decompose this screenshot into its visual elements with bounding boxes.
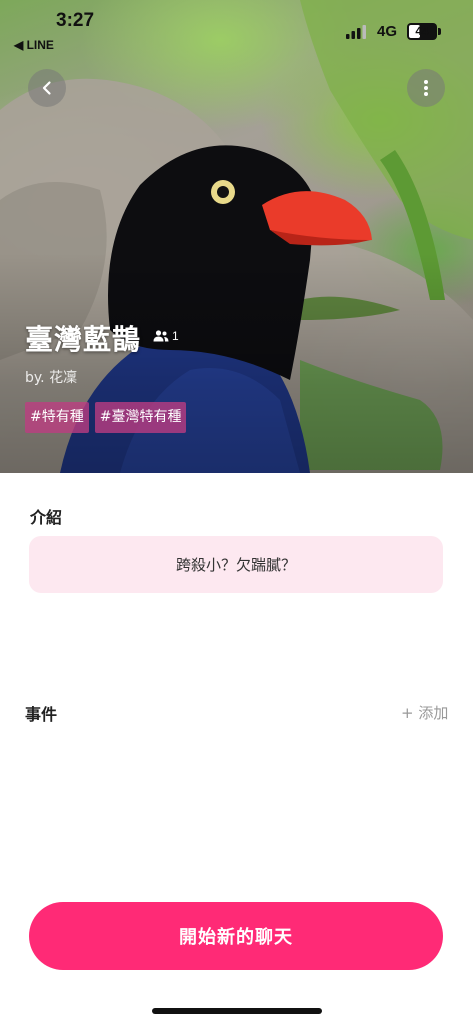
start-new-chat-label: 開始新的聊天 <box>179 927 293 948</box>
intro-text: 跨殺小？欠踹膩？ <box>175 556 296 574</box>
hero-shade <box>0 253 473 473</box>
tag-list: #特有種 #臺灣特有種 <box>25 402 187 433</box>
more-options-button[interactable] <box>407 69 445 107</box>
home-indicator[interactable] <box>152 1008 322 1014</box>
intro-heading: 介紹 <box>30 508 63 527</box>
back-to-app-link[interactable]: ◀ LINE <box>14 38 54 52</box>
more-vertical-icon <box>424 80 428 96</box>
start-new-chat-button[interactable]: 開始新的聊天 <box>29 902 443 970</box>
battery-icon: 44 <box>407 23 437 40</box>
events-heading: 事件 <box>25 705 58 724</box>
users-icon <box>153 330 169 342</box>
status-time: 3:27 <box>56 10 95 31</box>
character-name: 臺灣藍鵲 <box>25 323 142 356</box>
signal-icon <box>346 25 366 39</box>
tag-item[interactable]: #特有種 <box>25 402 89 433</box>
battery-level: 44 <box>415 24 429 38</box>
battery-tip <box>438 28 441 35</box>
network-type: 4G <box>377 23 398 40</box>
back-button[interactable] <box>28 69 66 107</box>
status-bar: 3:27 ◀ LINE 4G 44 <box>0 0 473 56</box>
chevron-left-icon <box>42 81 51 95</box>
member-count: 1 <box>153 329 179 343</box>
author-label: by. 花凜 <box>25 370 78 386</box>
member-count-value: 1 <box>172 329 179 343</box>
intro-description: 跨殺小？欠踹膩？ <box>29 536 443 593</box>
add-event-button[interactable]: + 添加 <box>401 702 448 723</box>
tag-item[interactable]: #臺灣特有種 <box>94 402 187 433</box>
